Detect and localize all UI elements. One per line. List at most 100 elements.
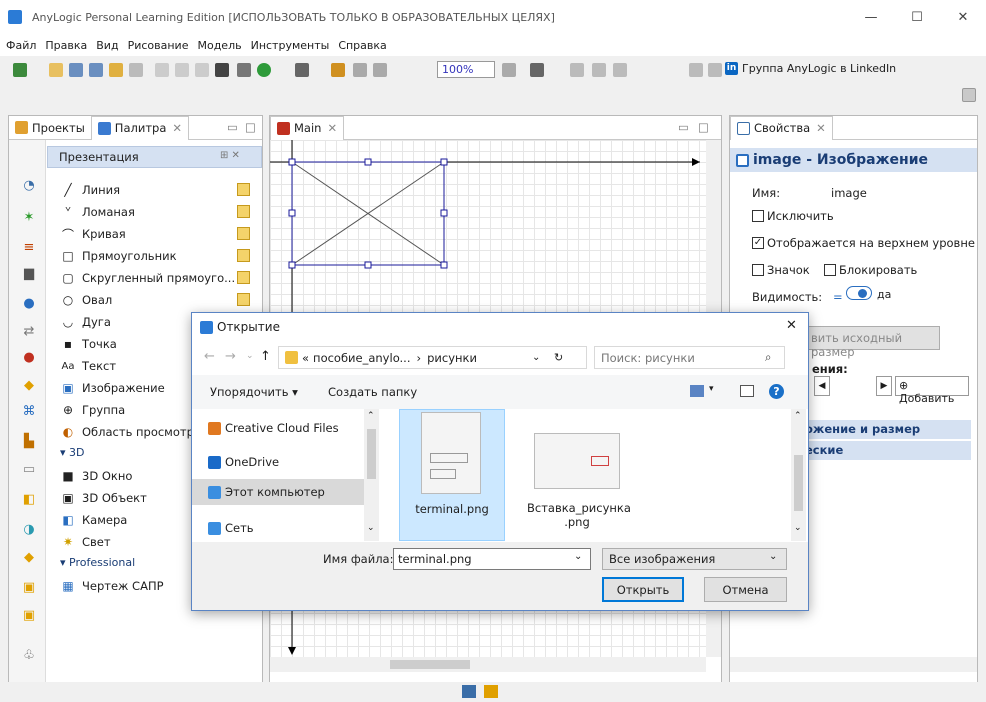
pedestrian-icon[interactable]: ✶ (21, 210, 37, 226)
agent-palette-icon[interactable]: ● (21, 350, 37, 366)
more-icon[interactable]: ▣ (21, 608, 37, 624)
search-icon[interactable]: ⌕ (765, 350, 771, 365)
maximize-view-icon[interactable]: □ (698, 120, 709, 134)
scroll-up-icon[interactable]: ⌃ (367, 411, 375, 421)
palette-item-light[interactable]: ✷ Свет (60, 531, 111, 553)
new-folder-button[interactable]: Создать папку (328, 385, 417, 399)
recent-dropdown[interactable]: ⌄ (246, 351, 254, 361)
palette-item-oval[interactable]: ○ Овал (60, 289, 112, 311)
palette-section-professional[interactable]: ▾ Professional (60, 556, 135, 569)
delete-icon[interactable] (215, 63, 229, 77)
cut-icon[interactable] (155, 63, 169, 77)
palette-item-3d-window[interactable]: ■ 3D Окно (60, 465, 132, 487)
visibility-toggle[interactable] (846, 286, 872, 300)
run-icon[interactable] (257, 63, 271, 77)
scroll-up-icon[interactable]: ⌃ (794, 411, 802, 421)
name-value[interactable]: image (831, 186, 867, 200)
nav-this-pc[interactable]: Этот компьютер (208, 481, 325, 503)
process-icon[interactable]: ⇄ (21, 324, 37, 340)
redo-icon[interactable] (129, 63, 143, 77)
undo-icon[interactable] (109, 63, 123, 77)
close-tab-icon[interactable]: ✕ (816, 121, 826, 135)
nav-onedrive[interactable]: OneDrive (208, 451, 279, 473)
copy-icon[interactable] (175, 63, 189, 77)
palette-item-view-area[interactable]: ◐ Область просмотра (60, 421, 201, 443)
view-dropdown-icon[interactable]: ▾ (709, 384, 714, 394)
rail-icon[interactable]: ≡ (21, 240, 37, 256)
scrollbar-thumb[interactable] (390, 660, 470, 669)
pictures-icon[interactable]: ◧ (21, 492, 37, 508)
refresh-icon[interactable]: ↻ (554, 351, 563, 364)
save-icon[interactable] (69, 63, 83, 77)
resize-handle[interactable] (288, 209, 296, 217)
zoom-area-icon[interactable] (353, 63, 367, 77)
file-item-terminal[interactable]: terminal.png (399, 409, 505, 541)
menu-file[interactable]: Файл (6, 39, 36, 52)
path-segment[interactable]: пособие_anylo... (313, 351, 410, 365)
properties-hscrollbar[interactable] (730, 657, 977, 672)
scroll-down-icon[interactable]: ⌄ (794, 523, 802, 533)
open-button[interactable]: Открыть (602, 577, 684, 602)
close-tab-icon[interactable]: ✕ (327, 121, 337, 135)
console-icon[interactable] (462, 685, 476, 698)
filename-input[interactable]: terminal.png ⌄ (393, 548, 591, 570)
save-all-icon[interactable] (89, 63, 103, 77)
palette-item-3d-object[interactable]: ▣ 3D Объект (60, 487, 147, 509)
open-icon[interactable] (49, 63, 63, 77)
top-level-checkbox[interactable]: ✓ Отображается на верхнем уровне (752, 236, 975, 250)
agent-icon[interactable] (530, 63, 544, 77)
resize-handle[interactable] (440, 209, 448, 217)
zoom-fit-icon[interactable] (373, 63, 387, 77)
close-button[interactable]: ✕ (940, 0, 986, 34)
palette-item-camera[interactable]: ◧ Камера (60, 509, 127, 531)
organize-menu[interactable]: Упорядочить ▾ (210, 385, 298, 399)
icon-checkbox[interactable]: Значок (752, 263, 810, 277)
new-model-icon[interactable] (13, 63, 27, 77)
grid-view-icon[interactable]: ⊞ ✕ (220, 150, 240, 161)
back-button[interactable]: ← (204, 349, 215, 364)
file-type-dropdown-icon[interactable]: ⌄ (769, 551, 777, 562)
export-icon[interactable] (689, 63, 703, 77)
layers-icon[interactable] (592, 63, 606, 77)
nav-creative-cloud[interactable]: Creative Cloud Files (208, 417, 339, 439)
problems-icon[interactable] (484, 685, 498, 698)
path-segment[interactable]: рисунки (427, 351, 477, 365)
palette-item-text[interactable]: Aa Текст (60, 355, 117, 377)
resize-handle[interactable] (440, 261, 448, 269)
tab-projects[interactable]: Проекты (9, 116, 91, 140)
paste-icon[interactable] (195, 63, 209, 77)
add-image-button[interactable]: ⊕ Добавить (895, 376, 969, 405)
pencil-icon[interactable] (237, 227, 250, 240)
build-icon[interactable] (237, 63, 251, 77)
path-separator-icon[interactable]: › (417, 351, 422, 365)
resize-handle[interactable] (364, 261, 372, 269)
window-icon[interactable] (613, 63, 627, 77)
minimize-view-icon[interactable]: ▭ (678, 120, 689, 134)
fluid-icon[interactable]: ● (21, 296, 37, 312)
perspective-icon[interactable] (962, 88, 976, 102)
menu-view[interactable]: Вид (96, 39, 118, 52)
palette-item-rounded-rectangle[interactable]: ▢ Скругленный прямоуго... (60, 267, 235, 289)
original-size-button[interactable]: вить исходный размер (806, 326, 940, 359)
pencil-icon[interactable] (237, 293, 250, 306)
palette-item-point[interactable]: ▪ Точка (60, 333, 117, 355)
nav-scrollbar[interactable]: ⌃ ⌄ (364, 409, 379, 541)
section-specific[interactable]: еские (801, 441, 971, 460)
table-icon[interactable] (708, 63, 722, 77)
tab-properties[interactable]: Свойства ✕ (730, 115, 833, 140)
menu-edit[interactable]: Правка (45, 39, 87, 52)
tab-main[interactable]: Main ✕ (270, 115, 345, 140)
maximize-view-icon[interactable]: □ (245, 120, 256, 134)
file-item-insert-image[interactable]: Вставка_рисунка .png (527, 409, 631, 541)
stop-icon[interactable] (295, 63, 309, 77)
maximize-button[interactable]: ☐ (894, 0, 940, 34)
cancel-button[interactable]: Отмена (704, 577, 787, 602)
menu-model[interactable]: Модель (197, 39, 241, 52)
dialog-close-button[interactable]: ✕ (786, 318, 797, 333)
zoom-out-icon[interactable] (502, 63, 516, 77)
nav-network[interactable]: Сеть (208, 517, 254, 539)
address-bar[interactable]: « пособие_anylo... › рисунки ⌄ ↻ (278, 346, 587, 369)
next-image-button[interactable]: ▶ (876, 376, 892, 396)
palette-section-3d[interactable]: ▾ 3D (60, 446, 85, 459)
file-list-scrollbar[interactable]: ⌃ ⌄ (791, 409, 806, 541)
